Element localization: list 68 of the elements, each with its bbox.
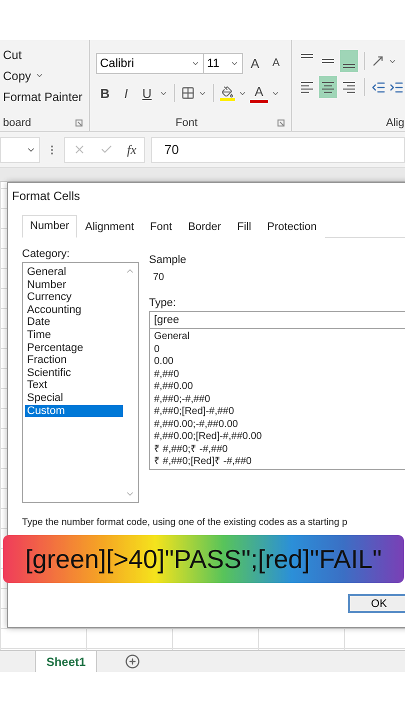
underline-button[interactable]: U <box>138 82 156 104</box>
ok-button[interactable]: OK <box>348 594 405 613</box>
type-item[interactable]: #,##0 <box>154 368 405 381</box>
bold-button[interactable]: B <box>96 82 114 104</box>
caption-banner: [green][>40]"PASS";[red]"FAIL" <box>3 535 404 583</box>
add-sheet-icon[interactable] <box>125 654 140 669</box>
dialog-title: Format Cells <box>12 189 82 203</box>
sample-label: Sample <box>149 254 188 266</box>
font-name-field[interactable]: Calibri <box>96 52 204 74</box>
orientation-icon[interactable] <box>371 54 385 68</box>
group-label: Alig <box>386 117 404 129</box>
clipboard-button[interactable]: Format Painter <box>3 86 83 107</box>
insert-function-button[interactable]: fx <box>127 142 136 158</box>
font-color-button[interactable]: A <box>250 83 268 103</box>
category-item[interactable]: Text <box>25 379 123 392</box>
category-item[interactable]: Accounting <box>25 304 123 316</box>
middle-align-icon <box>322 59 334 63</box>
category-item[interactable]: Fraction <box>25 354 123 367</box>
type-item[interactable]: ₹ #,##0;₹ -#,##0 <box>154 444 405 456</box>
category-item[interactable]: Scientific <box>25 366 123 380</box>
sheet-tab[interactable]: Sheet1 <box>35 651 97 672</box>
dialog-tab[interactable]: Number <box>22 215 78 238</box>
clipboard-button[interactable]: Copy <box>3 65 83 86</box>
sample-value: 70 <box>153 272 166 283</box>
category-item[interactable]: Percentage <box>25 342 123 354</box>
formula-field[interactable]: 70 <box>151 136 405 162</box>
type-item[interactable]: 0.00 <box>154 356 405 368</box>
left-align-icon <box>301 82 313 92</box>
grow-font-button[interactable]: A <box>246 52 264 74</box>
center-align-icon <box>322 82 334 92</box>
category-item[interactable]: Currency <box>25 291 123 304</box>
category-item[interactable]: Custom <box>25 404 123 418</box>
clipboard-button[interactable]: Cut <box>3 44 83 65</box>
type-item[interactable]: #,##0;[Red]-#,##0 <box>154 406 405 418</box>
fill-color-icon[interactable] <box>220 86 235 100</box>
category-list[interactable]: General Number Currency Accounting Date Time Percentage Fraction Scientific Text Special Custom <box>22 262 139 503</box>
top-align-icon <box>301 54 313 58</box>
type-item[interactable]: #,##0.00;[Red]-#,##0.00 <box>154 431 405 444</box>
category-item[interactable]: Number <box>25 278 123 292</box>
category-item[interactable]: General <box>25 266 123 279</box>
right-align-icon <box>343 82 355 92</box>
dialog-launcher-icon[interactable] <box>276 119 285 127</box>
hint-text: Type the number format code, using one of the existing codes as a starting p <box>22 517 348 528</box>
category-item[interactable]: Time <box>25 328 123 342</box>
borders-icon[interactable] <box>181 86 195 100</box>
bottom-align-icon <box>343 64 355 68</box>
category-item[interactable]: Date <box>25 316 123 329</box>
type-label: Type: <box>149 297 177 309</box>
dialog-launcher-icon[interactable] <box>75 119 83 127</box>
align-button[interactable] <box>319 76 337 98</box>
category-item[interactable]: Special <box>25 392 123 405</box>
increase-indent-icon[interactable] <box>389 80 404 94</box>
type-item[interactable]: General <box>154 331 405 344</box>
type-item[interactable]: ₹ #,##0;[Red]₹ -#,##0 <box>154 456 405 468</box>
align-button[interactable] <box>340 50 358 72</box>
font-size-field[interactable]: 11 <box>203 52 243 74</box>
type-field[interactable]: [gree <box>149 311 405 329</box>
category-label: Category: <box>22 248 71 260</box>
type-item[interactable]: 0 <box>154 344 405 356</box>
type-item[interactable]: #,##0.00;-#,##0.00 <box>154 418 405 431</box>
type-item[interactable]: #,##0.00 <box>154 381 405 394</box>
type-list[interactable]: General 0 0.00 #,##0 #,##0.00 #,##0;-#,##0 #,##0;[Red]-#,##0 #,##0.00;-#,##0.00 #,##0.00;[Red]-#,##0.00 ₹ #,##0;₹ -#,##0 ₹ #,##0;[Red]₹ -#,##0 <box>149 329 405 470</box>
decrease-indent-icon[interactable] <box>371 80 386 94</box>
type-item[interactable]: #,##0;-#,##0 <box>154 394 405 406</box>
group-label: Font <box>175 117 198 129</box>
group-label: board <box>3 117 32 129</box>
shrink-font-button[interactable]: A <box>267 52 285 74</box>
italic-button[interactable]: I <box>117 82 135 104</box>
